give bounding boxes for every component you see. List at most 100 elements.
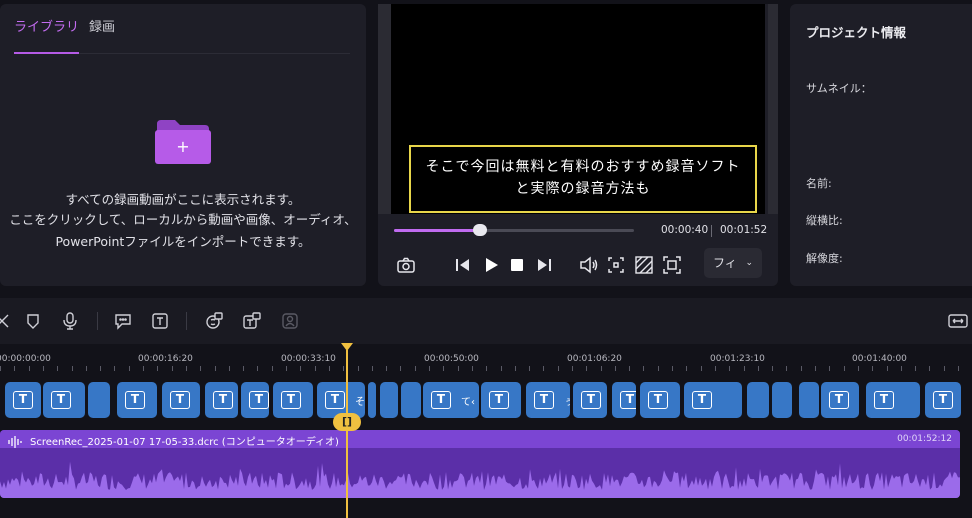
- playhead[interactable]: [346, 350, 348, 518]
- ruler-tick: [686, 366, 687, 371]
- ruler-tick: [558, 366, 559, 371]
- import-folder-icon[interactable]: +: [155, 118, 211, 164]
- subtitle-clip[interactable]: T: [241, 382, 269, 418]
- text-icon[interactable]: [150, 311, 170, 331]
- ruler-tick: [458, 366, 459, 371]
- ruler-tick: [243, 366, 244, 371]
- text-clip-icon: T: [581, 391, 601, 409]
- ruler-tick: [443, 366, 444, 371]
- tab-recordings[interactable]: 録画: [89, 18, 115, 54]
- subtitle-clip[interactable]: [799, 382, 819, 418]
- text-to-speech-icon[interactable]: [242, 311, 262, 331]
- cut-icon[interactable]: [0, 311, 12, 331]
- text-clip-icon: T: [431, 391, 451, 409]
- ruler-tick: [786, 366, 787, 371]
- ruler-tick: [801, 366, 802, 371]
- preview-left-bar: [378, 4, 391, 214]
- camera-icon[interactable]: [395, 254, 417, 276]
- ruler-tick: [744, 366, 745, 371]
- audio-clip-duration: 00:01:52:12: [897, 434, 952, 444]
- ruler-tick: [701, 366, 702, 371]
- subtitle-overlay[interactable]: そこで今回は無料と有料のおすすめ録音ソフト と実際の録音方法も: [409, 145, 757, 213]
- text-clip-icon: T: [170, 391, 190, 409]
- subtitle-clip[interactable]: T: [43, 382, 85, 418]
- play-icon[interactable]: [480, 254, 502, 276]
- subtitle-clip[interactable]: [368, 382, 376, 418]
- text-clip-icon: T: [281, 391, 301, 409]
- subtitle-clip[interactable]: T: [640, 382, 680, 418]
- current-time: 00:00:40: [661, 224, 709, 236]
- ruler-tick: [157, 366, 158, 371]
- ruler-label: 00:00:50:00: [424, 354, 479, 364]
- subtitle-clip[interactable]: [772, 382, 792, 418]
- ruler-label: 00:00:16:20: [138, 354, 193, 364]
- microphone-icon[interactable]: [60, 311, 80, 331]
- ruler-tick: [758, 366, 759, 371]
- ruler-tick: [372, 366, 373, 371]
- subtitle-clip[interactable]: T て‹: [423, 382, 479, 418]
- text-clip-icon: T: [692, 391, 712, 409]
- subtitle-clip[interactable]: [747, 382, 769, 418]
- subtitle-clip[interactable]: T: [205, 382, 238, 418]
- ruler-tick: [515, 366, 516, 371]
- subtitle-clip[interactable]: Tぅ: [526, 382, 570, 418]
- ruler-tick: [901, 366, 902, 371]
- text-clip-icon: T: [249, 391, 269, 409]
- import-hint-line-2[interactable]: ここをクリックして、ローカルから動画や画像、オーディオ、: [0, 210, 366, 230]
- preview-right-bar: [768, 4, 778, 214]
- annotation-icon[interactable]: [113, 311, 133, 331]
- subtitle-clip[interactable]: T: [481, 382, 521, 418]
- subtitle-clip[interactable]: T: [273, 382, 313, 418]
- subtitle-clip[interactable]: T: [5, 382, 41, 418]
- stop-icon[interactable]: [506, 254, 528, 276]
- ruler-label: 00:00:33:10: [281, 354, 336, 364]
- fit-dropdown[interactable]: フィ ⌄: [704, 248, 762, 278]
- subtitle-clip[interactable]: T: [162, 382, 200, 418]
- transparency-icon[interactable]: [633, 254, 655, 276]
- ruler-tick: [0, 366, 1, 371]
- text-clip-icon: T: [125, 391, 145, 409]
- subtitle-clip[interactable]: T: [612, 382, 636, 418]
- ruler-tick: [815, 366, 816, 371]
- avatar-icon: [280, 311, 300, 331]
- seek-bar-handle[interactable]: [473, 224, 488, 236]
- text-clip-icon: T: [325, 391, 345, 409]
- subtitle-clip[interactable]: T: [573, 382, 607, 418]
- ruler-tick: [958, 366, 959, 371]
- fullscreen-icon[interactable]: [661, 254, 683, 276]
- marker-icon[interactable]: [23, 311, 43, 331]
- split-button[interactable]: []: [333, 413, 361, 431]
- ruler-tick: [658, 366, 659, 371]
- ruler-tick: [200, 366, 201, 371]
- next-frame-icon[interactable]: [533, 254, 555, 276]
- subtitle-clip[interactable]: [380, 382, 398, 418]
- import-hint-line-1[interactable]: すべての録画動画がここに表示されます。: [0, 190, 366, 210]
- ruler-tick: [472, 366, 473, 371]
- subtitle-icon[interactable]: [204, 311, 224, 331]
- ruler-tick: [229, 366, 230, 371]
- ruler-tick: [329, 366, 330, 371]
- prev-frame-icon[interactable]: [452, 254, 474, 276]
- ruler-tick: [129, 366, 130, 371]
- timeline-ruler[interactable]: 00:00:00:00 00:00:16:20 00:00:33:10 00:0…: [0, 344, 972, 374]
- subtitle-clip[interactable]: T: [866, 382, 920, 418]
- ruler-tick: [872, 366, 873, 371]
- subtitle-clip[interactable]: T: [684, 382, 742, 418]
- tab-library[interactable]: ライブラリ: [14, 18, 80, 54]
- subtitle-clip[interactable]: [401, 382, 421, 418]
- playhead-handle[interactable]: [341, 343, 353, 351]
- subtitle-clip[interactable]: [88, 382, 110, 418]
- subtitle-clip[interactable]: T: [117, 382, 157, 418]
- ruler-tick: [257, 366, 258, 371]
- ruler-tick: [615, 366, 616, 371]
- seek-bar[interactable]: [394, 224, 634, 236]
- subtitle-clip[interactable]: T: [821, 382, 859, 418]
- crop-icon[interactable]: [605, 254, 627, 276]
- audio-track-clip[interactable]: ScreenRec_2025-01-07 17-05-33.dcrc (コンピュ…: [0, 430, 960, 498]
- fit-timeline-icon[interactable]: [948, 311, 968, 331]
- subtitle-clip[interactable]: T: [925, 382, 961, 418]
- volume-icon[interactable]: [578, 254, 600, 276]
- text-clip-icon: T: [620, 391, 636, 409]
- import-hint-line-3[interactable]: PowerPointファイルをインポートできます。: [0, 232, 366, 252]
- subtitle-line-1: そこで今回は無料と有料のおすすめ録音ソフト: [425, 159, 741, 175]
